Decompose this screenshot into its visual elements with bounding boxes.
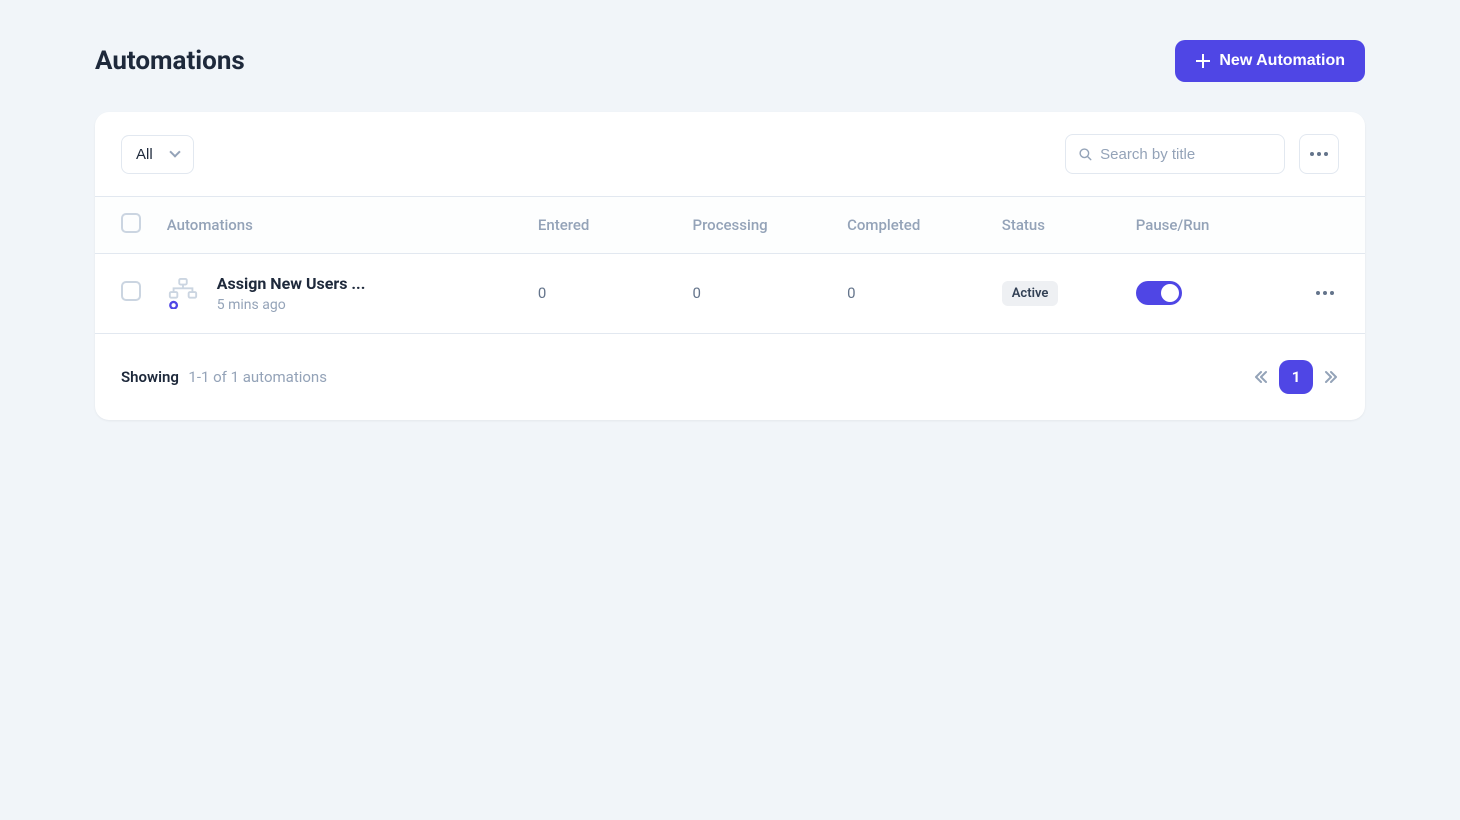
showing-label: Showing	[121, 368, 179, 386]
search-input[interactable]	[1100, 146, 1272, 163]
more-icon	[1316, 291, 1334, 295]
select-all-checkbox[interactable]	[121, 213, 141, 233]
chevrons-left-icon	[1253, 369, 1269, 385]
col-header-completed: Completed	[835, 197, 990, 254]
pause-run-toggle[interactable]	[1136, 281, 1182, 305]
filter-label: All	[136, 146, 153, 163]
entered-value: 0	[526, 254, 681, 334]
chevron-down-icon	[169, 146, 180, 157]
col-header-status: Status	[990, 197, 1124, 254]
status-badge: Active	[1002, 281, 1059, 306]
col-header-automations: Automations	[155, 197, 526, 254]
showing-detail: 1-1 of 1 automations	[188, 368, 327, 386]
page-first-button[interactable]	[1253, 369, 1269, 385]
page-title: Automations	[95, 46, 245, 76]
automations-card: All	[95, 112, 1365, 420]
row-checkbox[interactable]	[121, 281, 141, 301]
col-header-pause-run: Pause/Run	[1124, 197, 1299, 254]
automations-table: Automations Entered Processing Completed…	[95, 196, 1365, 334]
chevrons-right-icon	[1323, 369, 1339, 385]
automation-time: 5 mins ago	[217, 297, 366, 313]
plus-icon	[1195, 53, 1211, 69]
table-row: Assign New Users ... 5 mins ago 0 0 0 Ac…	[95, 254, 1365, 334]
col-header-processing: Processing	[681, 197, 836, 254]
more-icon	[1310, 152, 1328, 156]
page-number-current[interactable]: 1	[1279, 360, 1313, 394]
processing-value: 0	[681, 254, 836, 334]
filter-dropdown[interactable]: All	[121, 135, 194, 174]
pagination: 1	[1253, 360, 1339, 394]
row-more-button[interactable]	[1311, 291, 1339, 295]
page-last-button[interactable]	[1323, 369, 1339, 385]
new-automation-label: New Automation	[1219, 52, 1345, 70]
new-automation-button[interactable]: New Automation	[1175, 40, 1365, 82]
search-icon	[1078, 146, 1092, 162]
col-header-entered: Entered	[526, 197, 681, 254]
completed-value: 0	[835, 254, 990, 334]
search-field[interactable]	[1065, 134, 1285, 174]
showing-summary: Showing 1-1 of 1 automations	[121, 368, 327, 386]
workflow-icon	[167, 277, 199, 309]
automation-title[interactable]: Assign New Users ...	[217, 274, 366, 295]
toolbar-more-button[interactable]	[1299, 134, 1339, 174]
